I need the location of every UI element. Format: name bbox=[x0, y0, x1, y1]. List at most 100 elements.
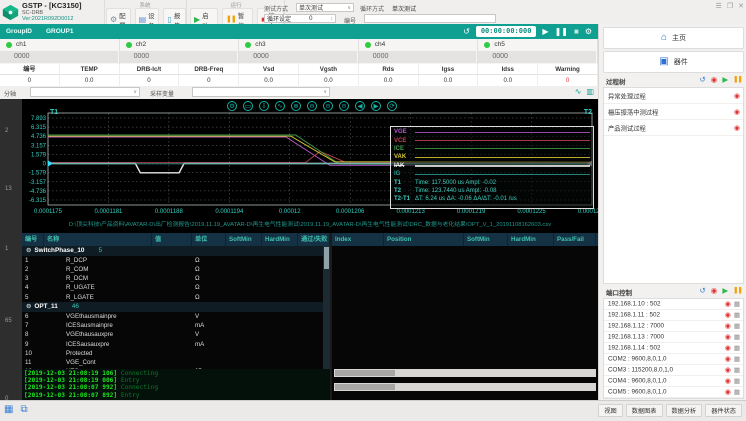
index-hscrollbar[interactable] bbox=[334, 369, 596, 377]
record-icon[interactable]: ◉ bbox=[725, 333, 731, 341]
test-mode-select[interactable]: 单次测试∨ bbox=[296, 3, 354, 12]
port-device-icon[interactable]: ▦ bbox=[734, 322, 740, 330]
port-device-icon[interactable]: ▦ bbox=[734, 300, 740, 308]
record-icon[interactable]: ◉ bbox=[725, 322, 731, 330]
signal-icon[interactable]: ∿ bbox=[275, 101, 285, 111]
result-group-row[interactable]: ⊖SwitchPhase_105 bbox=[22, 246, 330, 256]
timer-pause-icon[interactable]: ❚❚ bbox=[555, 27, 568, 36]
collapse-icon[interactable]: ⊝ bbox=[323, 101, 333, 111]
results-column-header[interactable]: 通过/失败 bbox=[298, 233, 330, 246]
collapse-icon[interactable]: ⊖ bbox=[26, 247, 31, 254]
index-column-header[interactable]: Index bbox=[332, 233, 384, 246]
results-column-header[interactable]: SoftMin bbox=[226, 233, 262, 246]
results-hscrollbar[interactable] bbox=[334, 383, 596, 391]
port-item[interactable]: COM5 : 9600,8,0,1,0◉▦ bbox=[604, 387, 743, 398]
timer-play-icon[interactable]: ▶ bbox=[542, 27, 548, 36]
record-icon[interactable]: ◉ bbox=[725, 366, 731, 374]
port-item[interactable]: COM4 : 9600,8,0,1,0◉▦ bbox=[604, 376, 743, 387]
connect-icon[interactable]: ⧉ bbox=[20, 404, 27, 415]
record-icon[interactable]: ◉ bbox=[711, 75, 718, 84]
port-device-icon[interactable]: ▦ bbox=[734, 344, 740, 352]
port-item[interactable]: 192.168.1.10 : 502◉▦ bbox=[604, 299, 743, 310]
timer-settings-icon[interactable]: ⚙ bbox=[585, 27, 592, 36]
export-icon[interactable]: ⇩ bbox=[259, 101, 269, 111]
port-device-icon[interactable]: ▦ bbox=[734, 333, 740, 341]
port-device-icon[interactable]: ▦ bbox=[734, 311, 740, 319]
port-item[interactable]: COM3 : 115200,8,0,1,0◉▦ bbox=[604, 365, 743, 376]
port-item[interactable]: 192.168.1.14 : 502◉▦ bbox=[604, 343, 743, 354]
pause-icon[interactable]: ❚❚ bbox=[733, 286, 742, 295]
close-icon[interactable]: ✕ bbox=[738, 2, 744, 10]
results-column-header[interactable]: 单位 bbox=[192, 233, 226, 246]
legend-series-ICE[interactable]: ICE bbox=[394, 145, 590, 153]
record-icon[interactable]: ◉ bbox=[725, 355, 731, 363]
result-row[interactable]: 6VGEthausmainpreV bbox=[22, 312, 330, 321]
result-row[interactable]: 7ICESausmainpremA bbox=[22, 321, 330, 330]
reset-timer-icon[interactable]: ↺ bbox=[463, 27, 470, 36]
zoom-in-icon[interactable]: ⊕ bbox=[291, 101, 301, 111]
scroll-thumb[interactable] bbox=[335, 384, 395, 390]
channel-ch5[interactable]: ch50000 bbox=[478, 39, 598, 64]
index-column-header[interactable]: Position bbox=[384, 233, 464, 246]
result-row[interactable]: 4R_UGATEΩ bbox=[22, 283, 330, 292]
play-icon[interactable]: ▶ bbox=[722, 286, 728, 295]
result-group-row[interactable]: ⊖OPT_1146 bbox=[22, 302, 330, 312]
tab-数据分析[interactable]: 数据分析 bbox=[666, 404, 703, 417]
port-device-icon[interactable]: ▦ bbox=[734, 377, 740, 385]
port-item[interactable]: 192.168.1.12 : 7000◉▦ bbox=[604, 321, 743, 332]
index-column-header[interactable]: HardMin bbox=[508, 233, 554, 246]
record-icon[interactable]: ◉ bbox=[725, 311, 731, 319]
loop-count-stepper[interactable]: 循环设定0↕ bbox=[264, 14, 336, 23]
layout-icon[interactable]: ❐ bbox=[727, 2, 733, 10]
tab-器件状态[interactable]: 器件状态 bbox=[705, 404, 742, 417]
menu-icon[interactable]: ☰ bbox=[716, 2, 722, 10]
index-column-header[interactable]: Pass/Fail bbox=[554, 233, 596, 246]
bar-chart-icon[interactable]: ▥ bbox=[586, 87, 594, 96]
scroll-thumb[interactable] bbox=[335, 370, 395, 376]
index-column-header[interactable]: SoftMin bbox=[464, 233, 508, 246]
line-chart-icon[interactable]: ∿ bbox=[575, 87, 582, 96]
legend-series-IG[interactable]: IG bbox=[394, 170, 590, 178]
tab-视图[interactable]: 视图 bbox=[598, 404, 622, 417]
process-item[interactable]: 异常处理过程◉ bbox=[604, 88, 743, 104]
loop-mode-value[interactable]: 单次测试 bbox=[392, 4, 416, 13]
settings-icon[interactable]: ⚙ bbox=[227, 101, 237, 111]
channel-ch3[interactable]: ch30000 bbox=[239, 39, 359, 64]
left-marker-icon[interactable] bbox=[48, 161, 53, 167]
collapse-icon[interactable]: ⊖ bbox=[26, 303, 31, 310]
record-icon[interactable]: ◉ bbox=[734, 92, 740, 100]
refresh-icon[interactable]: ↺ bbox=[699, 75, 705, 84]
result-row[interactable]: 11VGE_Cont bbox=[22, 358, 330, 367]
results-column-header[interactable]: 名称 bbox=[44, 233, 152, 246]
result-row[interactable]: 1R_DCPΩ bbox=[22, 256, 330, 265]
legend-series-VAK[interactable]: VAK bbox=[394, 153, 590, 161]
tab-数据图表[interactable]: 数据图表 bbox=[626, 404, 663, 417]
zoom-out-icon[interactable]: ⊖ bbox=[307, 101, 317, 111]
result-row[interactable]: 9ICESausauxpremA bbox=[22, 340, 330, 349]
sidebar-device-button[interactable]: ▣ 器件 bbox=[603, 51, 744, 73]
record-icon[interactable]: ◉ bbox=[725, 388, 731, 396]
record-icon[interactable]: ◉ bbox=[711, 286, 718, 295]
port-item[interactable]: 192.168.1.13 : 7000◉▦ bbox=[604, 332, 743, 343]
prev-icon[interactable]: ◀ bbox=[355, 101, 365, 111]
channel-ch2[interactable]: ch20000 bbox=[120, 39, 240, 64]
scroll-thumb[interactable] bbox=[324, 247, 329, 269]
port-device-icon[interactable]: ▦ bbox=[734, 355, 740, 363]
next-icon[interactable]: ▶ bbox=[371, 101, 381, 111]
legend-series-VCE[interactable]: VCE bbox=[394, 136, 590, 144]
record-icon[interactable]: ◉ bbox=[734, 108, 740, 116]
process-item[interactable]: 栅压振荡中测过程◉ bbox=[604, 104, 743, 120]
result-row[interactable]: 10Protected bbox=[22, 349, 330, 358]
play-icon[interactable]: ▶ bbox=[722, 75, 728, 84]
record-icon[interactable]: ◉ bbox=[734, 124, 740, 132]
port-item[interactable]: COM2 : 9600,8,0,1,0◉▦ bbox=[604, 354, 743, 365]
legend-series-IAK[interactable]: IAK bbox=[394, 162, 590, 170]
result-row[interactable]: 3R_DCMΩ bbox=[22, 274, 330, 283]
record-icon[interactable]: ◉ bbox=[725, 344, 731, 352]
results-column-header[interactable]: HardMin bbox=[262, 233, 298, 246]
timer-stop-icon[interactable]: ■ bbox=[574, 27, 579, 36]
results-column-header[interactable]: 编号 bbox=[22, 233, 44, 246]
sample-var-select[interactable]: ∨ bbox=[192, 87, 330, 97]
port-device-icon[interactable]: ▦ bbox=[734, 366, 740, 374]
process-item[interactable]: 产品测试过程◉ bbox=[604, 120, 743, 136]
